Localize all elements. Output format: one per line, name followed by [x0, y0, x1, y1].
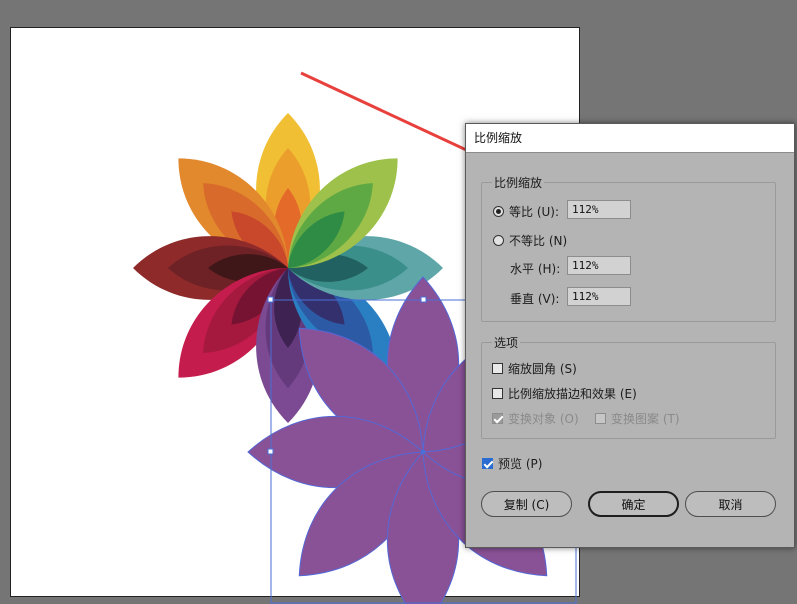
options-group: 选项 缩放圆角 (S) 比例缩放描边和效果 (E) 变换对象 (O) 变换图案 … [481, 334, 776, 439]
ok-button[interactable]: 确定 [588, 491, 679, 517]
dialog-title: 比例缩放 [466, 124, 794, 153]
nonuniform-label: 不等比 (N) [509, 234, 568, 248]
horizontal-scale-input[interactable] [567, 256, 631, 275]
preview-label: 预览 (P) [498, 457, 543, 471]
uniform-radio-row[interactable]: 等比 (U): [493, 203, 559, 220]
transform-objects-label: 变换对象 (O) [508, 412, 579, 426]
scale-corners-row[interactable]: 缩放圆角 (S) [492, 360, 577, 377]
transform-objects-row: 变换对象 (O) [492, 410, 579, 427]
scale-strokes-checkbox[interactable] [492, 388, 503, 399]
vertical-row: 垂直 (V): [510, 290, 559, 307]
transform-patterns-label: 变换图案 (T) [611, 412, 680, 426]
horizontal-row: 水平 (H): [510, 260, 560, 277]
vertical-label: 垂直 (V): [510, 292, 560, 306]
vertical-scale-input[interactable] [567, 287, 631, 306]
scale-corners-checkbox[interactable] [492, 363, 503, 374]
options-group-label: 选项 [492, 334, 521, 351]
uniform-scale-input[interactable] [567, 200, 631, 219]
scale-strokes-row[interactable]: 比例缩放描边和效果 (E) [492, 385, 637, 402]
cancel-button[interactable]: 取消 [685, 491, 776, 517]
scale-group: 比例缩放 等比 (U): 不等比 (N) 水平 (H): 垂直 (V): [481, 174, 776, 322]
nonuniform-radio-row[interactable]: 不等比 (N) [493, 232, 567, 249]
preview-checkbox[interactable] [482, 458, 493, 469]
scale-strokes-label: 比例缩放描边和效果 (E) [508, 387, 637, 401]
scale-corners-label: 缩放圆角 (S) [508, 362, 577, 376]
transform-patterns-row: 变换图案 (T) [595, 410, 680, 427]
preview-row[interactable]: 预览 (P) [482, 455, 542, 472]
horizontal-label: 水平 (H): [510, 262, 561, 276]
scale-dialog: 比例缩放 比例缩放 等比 (U): 不等比 (N) 水平 (H): 垂直 (V)… [465, 123, 795, 548]
copy-button[interactable]: 复制 (C) [481, 491, 572, 517]
transform-patterns-checkbox [595, 413, 606, 424]
transform-objects-checkbox [492, 413, 503, 424]
uniform-radio[interactable] [493, 206, 504, 217]
nonuniform-radio[interactable] [493, 235, 504, 246]
uniform-label: 等比 (U): [509, 205, 560, 219]
scale-group-label: 比例缩放 [492, 174, 545, 191]
